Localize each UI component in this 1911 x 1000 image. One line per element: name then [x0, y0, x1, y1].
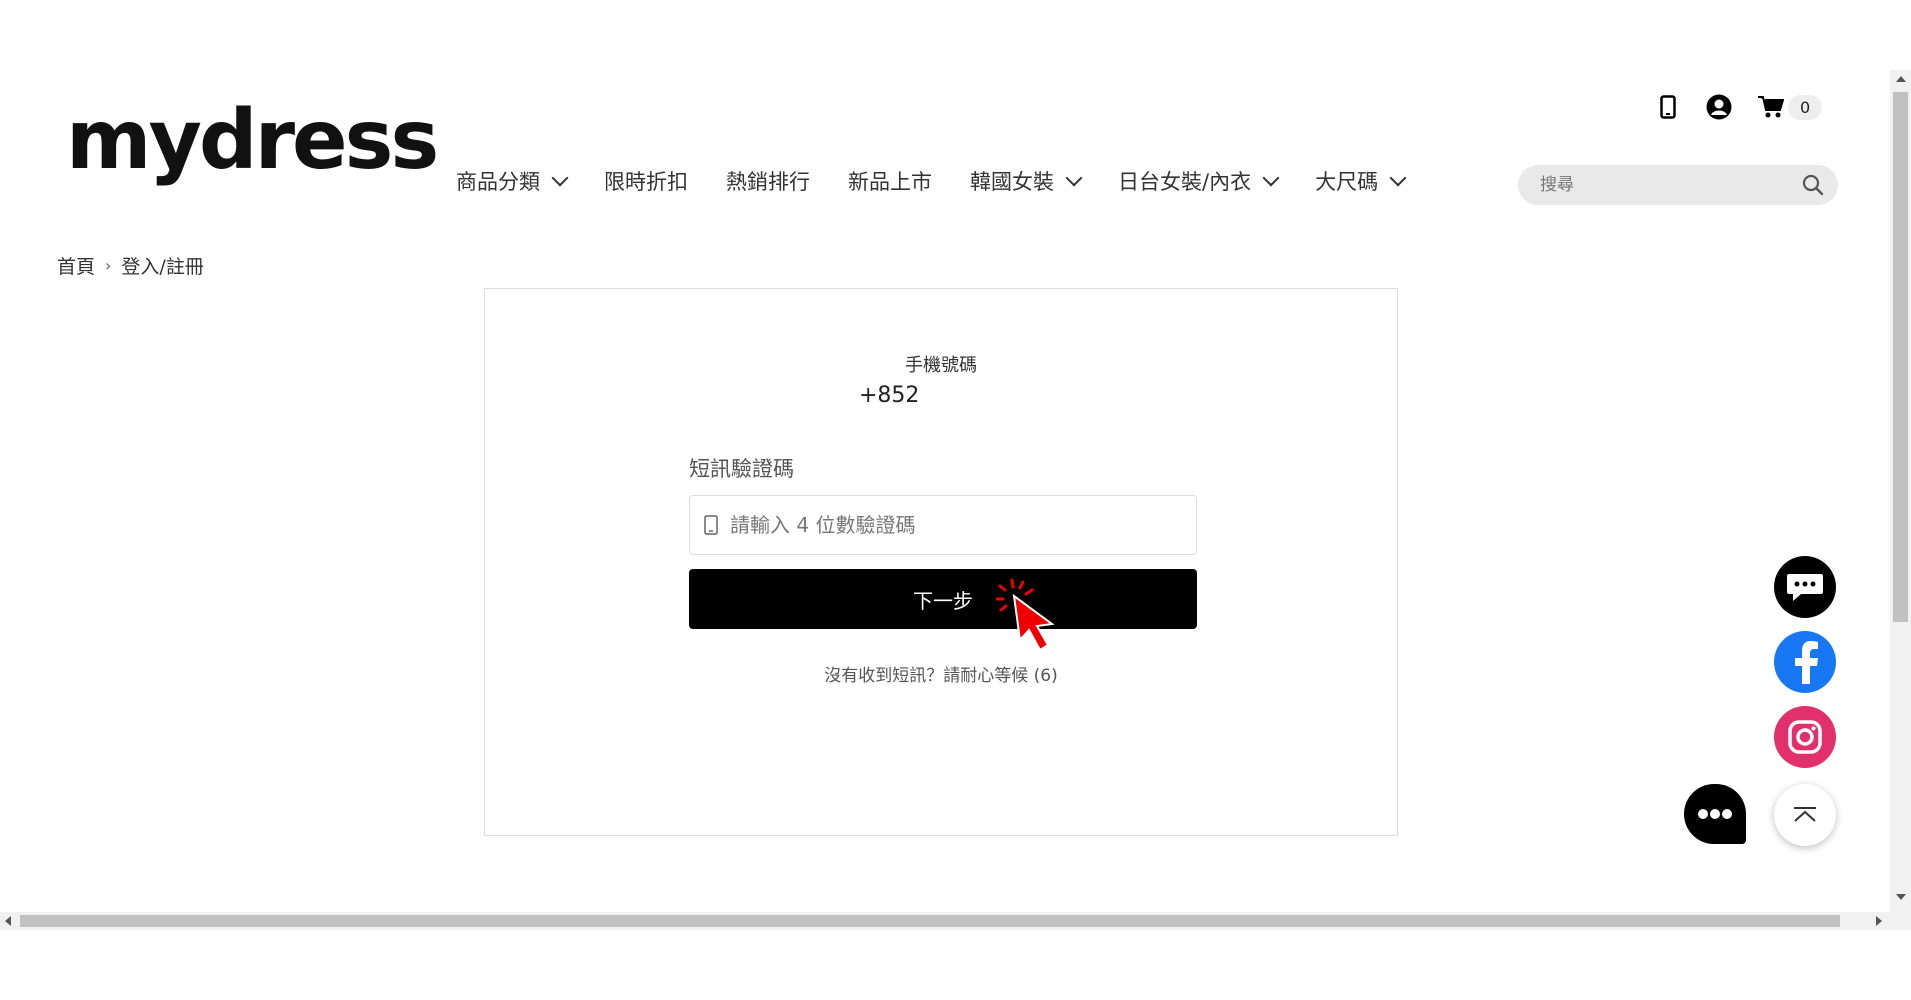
nav-item-plus-size[interactable]: 大尺碼 [1315, 166, 1407, 196]
header-icons: 0 [1660, 94, 1823, 120]
instagram-icon[interactable] [1774, 706, 1836, 768]
chevron-down-icon [551, 169, 569, 187]
chevron-down-icon [1262, 169, 1280, 187]
breadcrumb: 首頁 › 登入/註冊 [57, 252, 204, 279]
mobile-icon [704, 515, 718, 535]
search-icon[interactable] [1802, 174, 1824, 200]
sms-code-input[interactable] [728, 512, 1172, 538]
chevron-right-icon: › [105, 256, 112, 275]
user-icon[interactable] [1706, 94, 1732, 120]
scroll-up-icon[interactable] [1896, 76, 1906, 82]
arrow-up-icon [1794, 807, 1816, 822]
resend-countdown-text: 沒有收到短訊？請耐心等候 (6) [824, 666, 1058, 686]
cart-icon[interactable] [1758, 95, 1784, 119]
main-nav: 商品分類 限時折扣 熱銷排行 新品上市 韓國女裝 日台女裝/內衣 大尺碼 [456, 166, 1442, 196]
nav-label: 大尺碼 [1315, 170, 1379, 194]
chat-icon[interactable] [1774, 556, 1836, 618]
scroll-down-icon[interactable] [1896, 894, 1906, 900]
scroll-right-icon[interactable] [1876, 916, 1882, 926]
search-input[interactable] [1518, 174, 1782, 196]
back-to-top-button[interactable] [1774, 784, 1836, 846]
nav-label: 商品分類 [456, 170, 540, 194]
chevron-down-icon [1389, 169, 1407, 187]
phone-label: 手機號碼 [905, 355, 977, 376]
nav-label: 日台女裝/內衣 [1118, 170, 1252, 194]
mobile-icon[interactable] [1660, 95, 1676, 119]
click-cursor-icon [994, 578, 1066, 658]
phone-value: +852 [859, 383, 920, 408]
nav-item-bestsellers[interactable]: 熱銷排行 [726, 166, 810, 196]
next-step-button[interactable]: 下一步 [689, 569, 1197, 629]
nav-item-flash-sale[interactable]: 限時折扣 [604, 166, 688, 196]
nav-item-japan-taiwan[interactable]: 日台女裝/內衣 [1118, 166, 1280, 196]
breadcrumb-home[interactable]: 首頁 [57, 252, 95, 279]
cart-count-badge: 0 [1788, 94, 1823, 120]
nav-item-korean[interactable]: 韓國女裝 [970, 166, 1083, 196]
page-viewport: mydress 商品分類 限時折扣 熱銷排行 新品上市 韓國女裝 日台女裝/內衣… [0, 70, 1911, 930]
site-logo[interactable]: mydress [66, 100, 439, 182]
vertical-scrollbar[interactable] [1890, 70, 1911, 930]
horizontal-scroll-thumb[interactable] [20, 915, 1840, 927]
nav-label: 限時折扣 [604, 170, 688, 194]
nav-label: 新品上市 [848, 170, 932, 194]
facebook-icon[interactable] [1774, 631, 1836, 693]
scroll-left-icon[interactable] [5, 916, 11, 926]
breadcrumb-current: 登入/註冊 [121, 256, 204, 278]
search-bar [1518, 165, 1838, 205]
sms-code-label: 短訊驗證碼 [689, 457, 794, 481]
sms-code-field [689, 495, 1197, 555]
nav-item-new-arrivals[interactable]: 新品上市 [848, 166, 932, 196]
horizontal-scrollbar[interactable] [0, 912, 1890, 930]
login-card: 手機號碼 +852 短訊驗證碼 下一步 沒有收到短訊？請耐心等候 (6) [484, 288, 1398, 836]
vertical-scroll-thumb[interactable] [1893, 92, 1908, 622]
nav-label: 熱銷排行 [726, 170, 810, 194]
nav-label: 韓國女裝 [970, 170, 1054, 194]
chevron-down-icon [1065, 169, 1083, 187]
chatbot-icon[interactable] [1684, 784, 1746, 844]
nav-item-categories[interactable]: 商品分類 [456, 166, 569, 196]
